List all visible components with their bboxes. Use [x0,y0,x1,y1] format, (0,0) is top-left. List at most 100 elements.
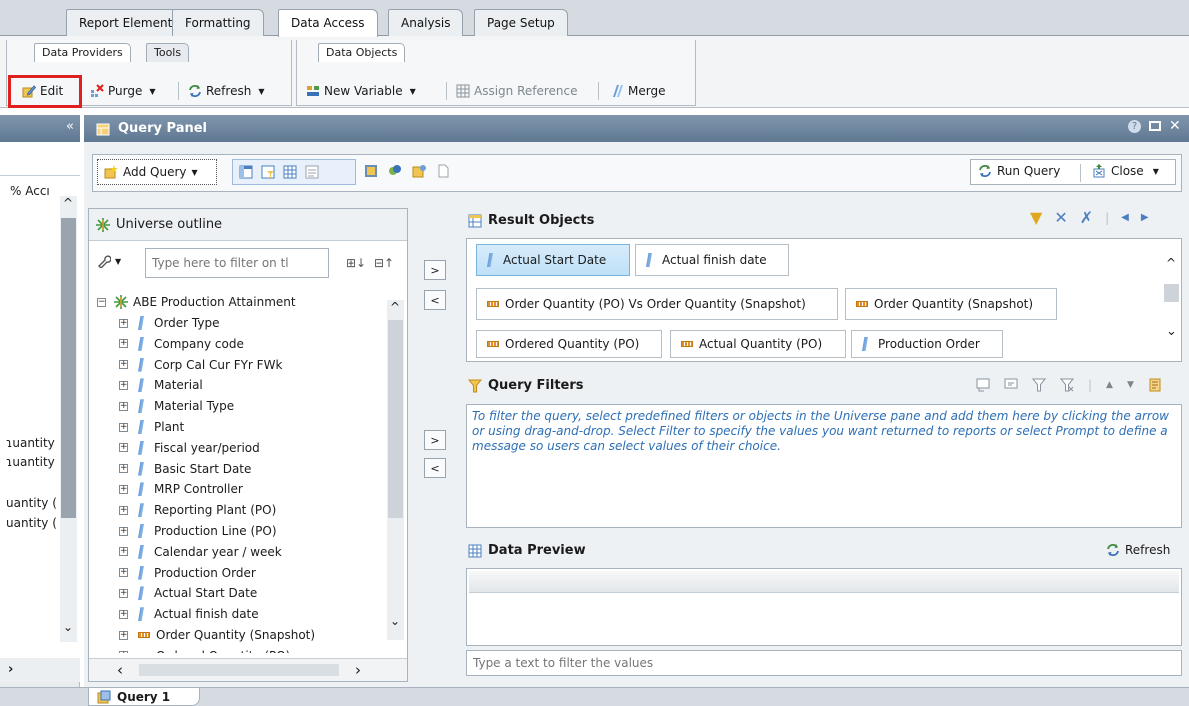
scroll-right-icon[interactable]: › [355,661,361,679]
universe-scrollbar[interactable]: ^ ⌄ [387,300,404,640]
tree-item[interactable]: + Calendar year / week [119,542,282,562]
add-filter-icon[interactable]: ▼ [1030,208,1042,227]
new-variable-button[interactable]: New Variable ▼ [302,80,420,102]
scroll-thumb[interactable] [1164,284,1179,302]
help-icon[interactable]: ? [1128,120,1141,133]
expand-node-icon[interactable]: + [119,464,128,474]
scroll-thumb[interactable] [61,218,76,518]
expand-node-icon[interactable]: + [119,443,128,453]
expand-node-icon[interactable]: + [119,401,128,411]
combined-query-icon[interactable] [388,164,402,178]
move-left-icon[interactable]: ◀ [1121,212,1129,223]
tree-item[interactable]: + Material [119,375,203,395]
result-object-chip[interactable]: Order Quantity (PO) Vs Order Quantity (S… [476,288,838,320]
query-settings-icon[interactable] [412,164,426,178]
tab-query-1[interactable]: Query 1 [88,688,200,706]
run-query-button[interactable]: Run Query [978,164,1060,178]
tree-item[interactable]: + MRP Controller [119,479,243,499]
expand-node-icon[interactable]: + [119,505,128,515]
result-object-chip[interactable]: Actual Start Date [476,244,630,276]
expand-all-icon[interactable]: ⊞↓ [346,256,366,270]
expand-node-icon[interactable]: + [119,651,128,653]
query-filters-dropzone[interactable]: To filter the query, select predefined f… [466,404,1182,528]
scroll-thumb[interactable] [139,664,339,676]
collapse-node-icon[interactable]: − [97,297,106,307]
remove-filter-icon[interactable] [1060,378,1074,392]
document-icon[interactable] [436,164,450,178]
result-object-chip[interactable]: Production Order [851,330,1003,358]
new-variable-dropdown-icon[interactable]: ▼ [410,87,416,96]
tree-item[interactable]: + Material Type [119,396,234,416]
scroll-up-icon[interactable]: ^ [390,300,400,314]
scroll-thumb[interactable] [388,320,403,518]
collapse-all-icon[interactable]: ⊟↑ [374,256,394,270]
result-object-chip[interactable]: Actual finish date [635,244,789,276]
tree-item[interactable]: + Actual finish date [119,604,259,624]
filter-view-icon[interactable] [261,165,275,179]
result-object-chip[interactable]: Actual Quantity (PO) [670,330,846,358]
expand-node-icon[interactable]: + [119,547,128,557]
expand-node-icon[interactable]: + [119,568,128,578]
expand-node-icon[interactable]: + [119,526,128,536]
side-panel-hscrollbar[interactable]: › [0,658,80,682]
remove-icon[interactable]: ✕ [1054,208,1067,227]
universe-hscrollbar[interactable]: ‹ › [89,658,407,681]
scroll-left-icon[interactable]: ‹ [117,661,123,679]
tree-item[interactable]: + Production Order [119,563,256,583]
expand-node-icon[interactable]: + [119,609,128,619]
filter-options-icon[interactable] [1148,378,1162,392]
universe-filter-input[interactable] [145,248,329,278]
universe-tools-button[interactable]: ▼ [97,254,121,268]
expand-node-icon[interactable]: + [119,422,128,432]
remove-from-results-button[interactable]: < [424,290,446,310]
tab-analysis[interactable]: Analysis [388,9,464,36]
query-properties-icon[interactable] [364,164,378,178]
purge-button[interactable]: Purge ▼ [86,80,160,102]
tab-data-objects[interactable]: Data Objects [318,43,406,62]
tree-item[interactable]: + Production Line (PO) [119,521,277,541]
tab-data-providers[interactable]: Data Providers [34,43,131,62]
tree-item[interactable]: + Basic Start Date [119,459,251,479]
tree-item[interactable]: + Order Quantity (Snapshot) [119,625,315,645]
result-object-chip[interactable]: Ordered Quantity (PO) [476,330,662,358]
outline-view-icon[interactable] [239,165,253,179]
result-object-chip[interactable]: Order Quantity (Snapshot) [845,288,1057,320]
remove-from-filters-button[interactable]: < [424,458,446,478]
tree-item[interactable]: + Corp Cal Cur FYr FWk [119,355,282,375]
move-right-icon[interactable]: ▶ [1141,212,1149,223]
edit-button[interactable]: Edit [18,80,67,102]
universe-root[interactable]: − ABE Production Attainment [97,292,296,312]
tab-page-setup[interactable]: Page Setup [474,9,568,36]
side-panel-scrollbar[interactable]: ^ ⌄ [60,196,77,642]
result-scrollbar[interactable]: ^ ⌄ [1163,242,1180,356]
maximize-icon[interactable] [1149,121,1161,131]
tree-item[interactable]: + Plant [119,417,184,437]
tree-item[interactable]: + Fiscal year/period [119,438,260,458]
scroll-up-icon[interactable]: ^ [63,196,73,210]
purge-dropdown-icon[interactable]: ▼ [149,87,155,96]
scroll-down-icon[interactable]: ⌄ [1166,324,1177,339]
remove-all-icon[interactable]: ✗ [1080,208,1093,227]
collapse-panel-icon[interactable]: « [66,119,74,134]
expand-node-icon[interactable]: + [119,339,128,349]
sql-view-icon[interactable] [305,165,319,179]
scroll-down-icon[interactable]: ⌄ [390,614,400,628]
close-icon[interactable]: ✕ [1169,119,1181,133]
expand-node-icon[interactable]: + [119,360,128,370]
scroll-up-icon[interactable]: ^ [1166,256,1176,270]
merge-button[interactable]: Merge [606,80,669,102]
assign-reference-button[interactable]: Assign Reference [452,80,582,102]
refresh-button[interactable]: Refresh ▼ [184,80,268,102]
expand-node-icon[interactable]: + [119,630,128,640]
tree-item[interactable]: + Actual Start Date [119,583,257,603]
tree-item[interactable]: + Company code [119,334,244,354]
move-up-icon[interactable]: ▲ [1106,380,1113,390]
data-preview-refresh-button[interactable]: Refresh [1106,543,1170,557]
expand-node-icon[interactable]: + [119,588,128,598]
add-subquery-icon[interactable] [976,378,990,392]
tab-formatting[interactable]: Formatting [172,9,264,36]
expand-node-icon[interactable]: + [119,318,128,328]
expand-node-icon[interactable]: + [119,380,128,390]
refresh-dropdown-icon[interactable]: ▼ [258,87,264,96]
scroll-right-icon[interactable]: › [8,662,13,677]
